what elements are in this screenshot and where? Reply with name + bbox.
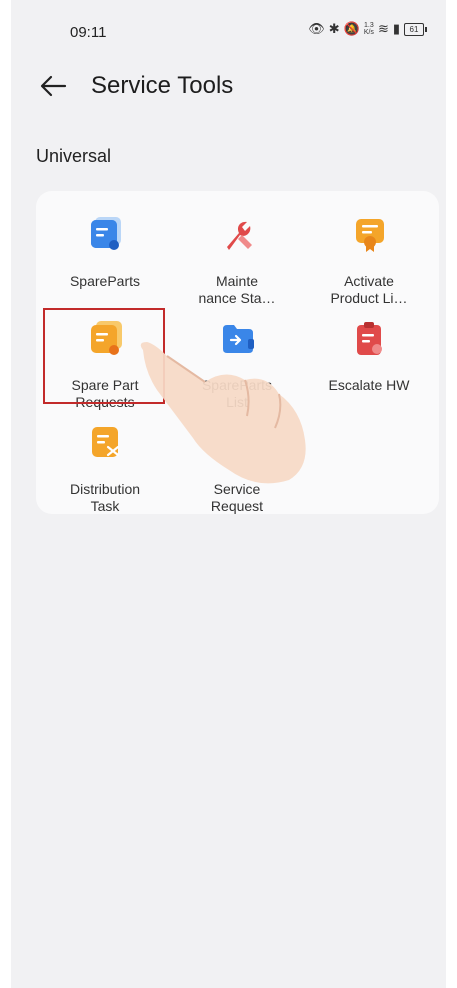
tool-label: SpareParts — [69, 273, 141, 289]
wifi-icon: ≋ — [377, 21, 389, 36]
tool-label: SpareParts List — [201, 377, 273, 410]
tool-label: Service Request — [210, 481, 264, 514]
status-time: 09:11 — [70, 24, 107, 41]
certificate-icon — [356, 219, 384, 252]
tool-spareparts-list[interactable]: SpareParts List — [173, 307, 301, 411]
tool-distribution-task[interactable]: Distribution Task — [41, 411, 169, 515]
distribution-task-icon — [92, 427, 120, 457]
page-title: Service Tools — [91, 72, 234, 99]
maintenance-icon — [227, 221, 252, 250]
tool-escalate-hw[interactable]: Escalate HW — [305, 307, 433, 411]
spare-parts-icon — [91, 217, 121, 250]
service-request-icon — [221, 425, 255, 461]
tool-label: Mainte nance Sta… — [198, 273, 276, 306]
clipboard-icon — [357, 322, 382, 355]
tool-label: Distribution Task — [69, 481, 141, 514]
bluetooth-icon: ✱ — [328, 21, 340, 36]
top-bar: Service Tools — [11, 64, 446, 112]
tool-activate-product[interactable]: Activate Product Li… — [305, 203, 433, 307]
tool-spareparts[interactable]: SpareParts — [41, 203, 169, 307]
mute-icon: 🔕 — [343, 21, 360, 36]
status-bar: 09:11 👁 ✱ 🔕 1.3 K/s ≋ ▮ 61 — [11, 0, 446, 64]
app-screen: 09:11 👁 ✱ 🔕 1.3 K/s ≋ ▮ 61 Service Tools… — [11, 0, 446, 988]
section-title: Universal — [36, 146, 112, 166]
tool-label: Activate Product Li… — [330, 273, 408, 306]
back-arrow-icon[interactable] — [37, 70, 69, 102]
tool-service-request[interactable]: Service Request — [173, 411, 301, 515]
folder-icon — [223, 325, 254, 353]
tool-maintenance[interactable]: Mainte nance Sta… — [173, 203, 301, 307]
eye-icon: 👁 — [308, 21, 325, 36]
battery-icon: 61 — [404, 22, 427, 36]
net-speed: 1.3 K/s — [363, 22, 374, 36]
signal-icon: ▮ — [392, 21, 400, 36]
status-icons: 👁 ✱ 🔕 1.3 K/s ≋ ▮ 61 — [308, 21, 427, 36]
tool-label: Escalate HW — [328, 377, 410, 393]
selection-highlight — [43, 308, 165, 404]
